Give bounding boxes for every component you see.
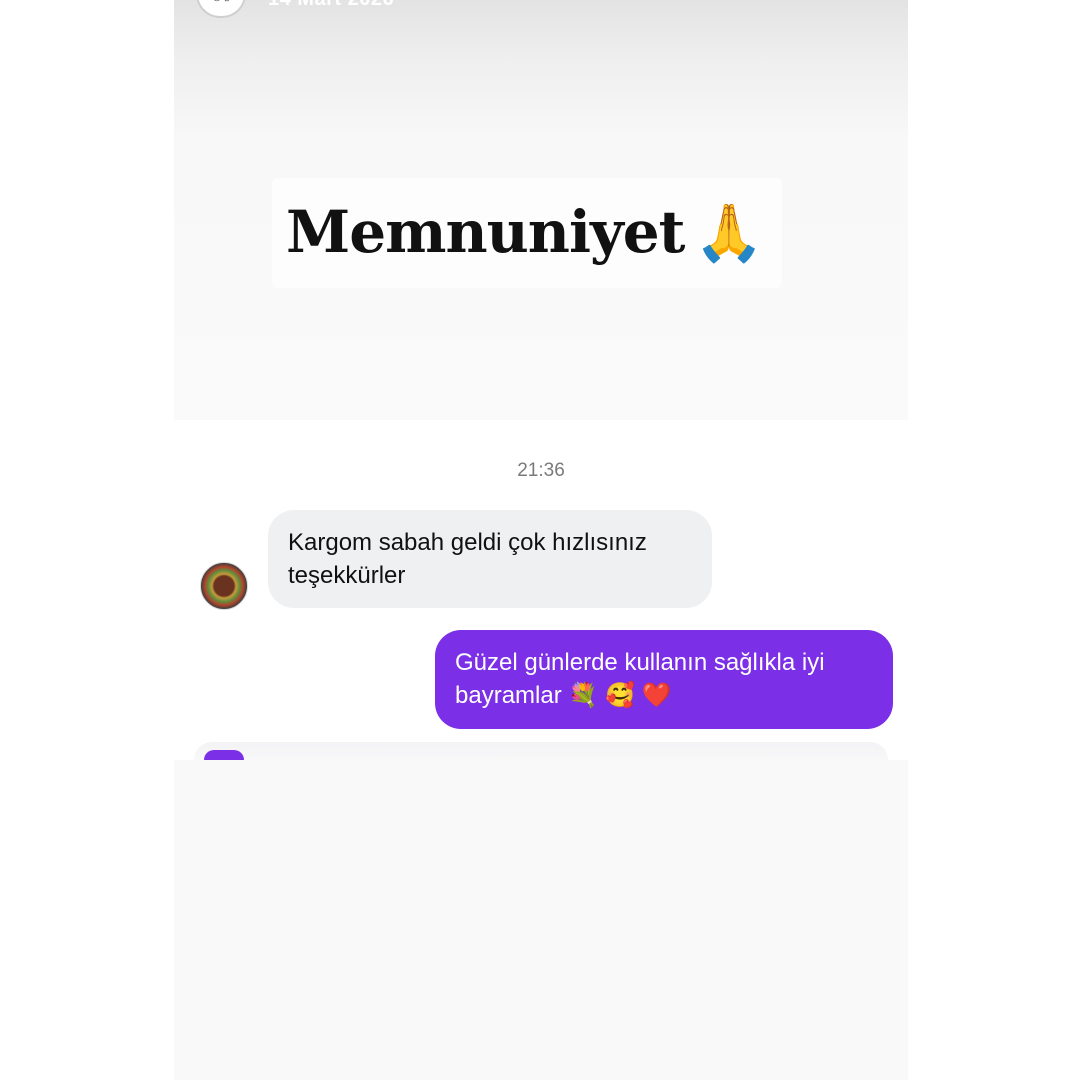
screenshot-page: ◎ ▯ 14 Mart 2026 Memnuniyet🙏 21:36 Kargo… bbox=[0, 0, 1080, 1080]
title-text: Memnuniyet bbox=[286, 198, 685, 266]
outgoing-message-line-2: bayramlar 💐 🥰 ❤️ bbox=[455, 679, 873, 712]
red-heart-emoji-icon: ❤️ bbox=[641, 681, 672, 709]
close-icon[interactable] bbox=[854, 0, 890, 8]
story-viewer: ◎ ▯ 14 Mart 2026 Memnuniyet🙏 21:36 Kargo… bbox=[174, 0, 908, 1080]
title-sticker: Memnuniyet 🙏 bbox=[272, 178, 782, 288]
story-blank-area bbox=[174, 760, 908, 1080]
bouquet-emoji-icon: 💐 bbox=[568, 681, 599, 709]
partial-avatar bbox=[204, 750, 244, 760]
title-line: Memnuniyet 🙏 bbox=[286, 198, 764, 266]
story-header: ◎ ▯ 14 Mart 2026 bbox=[174, 0, 908, 22]
praying-hands-emoji-icon: 🙏 bbox=[694, 201, 764, 266]
partially-visible-next-message bbox=[194, 742, 888, 760]
outgoing-message-line-1: Güzel günlerde kullanın sağlıkla iyi bbox=[455, 649, 825, 676]
smiling-face-hearts-emoji-icon: 🥰 bbox=[604, 681, 635, 709]
outgoing-message-line-2-text: bayramlar bbox=[455, 682, 562, 709]
outgoing-message-bubble[interactable]: Güzel günlerde kullanın sağlıkla iyi bay… bbox=[435, 630, 893, 729]
message-timestamp: 21:36 bbox=[517, 460, 565, 481]
story-avatar-label: ◎ ▯ bbox=[212, 0, 229, 3]
story-profile-avatar[interactable]: ◎ ▯ bbox=[196, 0, 246, 18]
incoming-message-bubble[interactable]: Kargom sabah geldi çok hızlısınız teşekk… bbox=[268, 510, 712, 608]
chat-screenshot: 21:36 Kargom sabah geldi çok hızlısınız … bbox=[174, 420, 908, 760]
incoming-message-line-2: teşekkürler bbox=[288, 562, 406, 589]
story-date: 14 Mart 2026 bbox=[268, 0, 394, 11]
contact-avatar[interactable] bbox=[200, 562, 248, 610]
incoming-message-line-1: Kargom sabah geldi çok hızlısınız bbox=[288, 529, 647, 556]
